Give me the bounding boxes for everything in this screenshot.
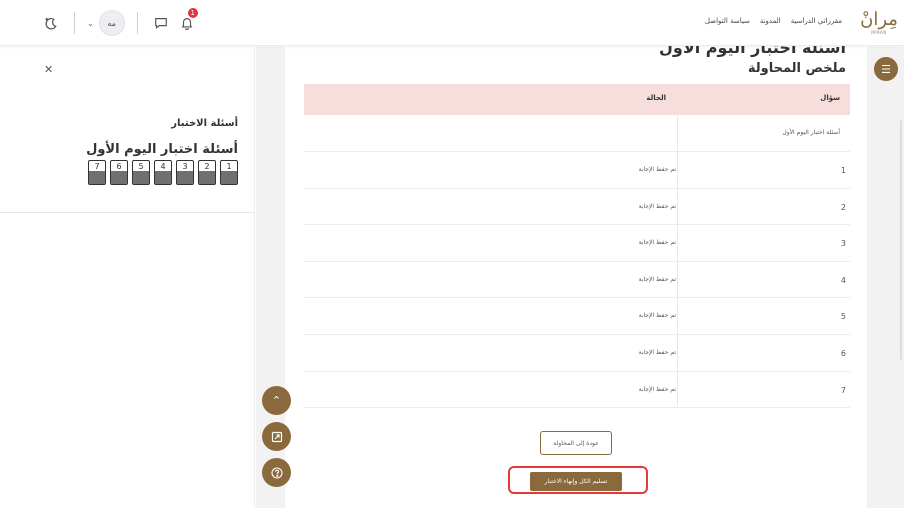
question-number[interactable]: 1 [841,166,846,175]
table-row: 4 تم حفظ الإجابة [304,262,850,299]
drawer-divider [0,212,255,213]
question-status: تم حفظ الإجابة [638,202,676,210]
logo-subtext: MIRAN [871,30,887,35]
question-status: تم حفظ الإجابة [638,385,676,393]
navbar-divider [74,12,75,34]
attempt-summary-table: سؤال الحالة أسئلة اختبار اليوم الأول 1 تم… [304,84,850,409]
nav-links: مقرراتي الدراسية المدونة سياسة التواصل [705,17,842,25]
question-number[interactable]: 3 [841,239,846,248]
top-navbar: مِرانْ MIRAN مقرراتي الدراسية المدونة سي… [0,0,904,46]
answered-indicator [155,171,171,184]
question-number[interactable]: 6 [841,349,846,358]
question-status: تم حفظ الإجابة [638,166,676,173]
answered-indicator [89,171,105,184]
table-section-row: أسئلة اختبار اليوم الأول [304,115,850,152]
table-row: 2 تم حفظ الإجابة [304,189,850,226]
user-menu[interactable]: ⌄ مه [87,10,125,36]
chevron-up-icon: ⌃ [271,394,282,407]
question-nav-button-4[interactable]: 4 [154,160,172,185]
nav-link-my-courses[interactable]: مقرراتي الدراسية [791,17,842,25]
question-nav-button-7[interactable]: 7 [88,160,106,185]
help-icon [270,466,283,479]
page-scrollbar[interactable] [900,120,902,360]
answered-indicator [221,171,237,184]
question-nav-button-2[interactable]: 2 [198,160,216,185]
drawer-title: أسئلة الاختبار [171,118,238,129]
notification-badge: 1 [187,8,198,18]
expand-icon [271,431,282,442]
theme-toggle-icon[interactable] [40,12,62,34]
course-index-toggle-icon[interactable]: ☰ [874,57,898,81]
nav-link-blog[interactable]: المدونة [760,17,781,25]
question-status: تم حفظ الإجابة [638,312,676,320]
question-status: تم حفظ الإجابة [638,239,676,247]
answered-indicator [111,171,127,184]
question-status: تم حفظ الإجابة [638,348,676,356]
question-number[interactable]: 4 [841,276,846,285]
section-label: أسئلة اختبار اليوم الأول [782,129,840,136]
submit-all-and-finish-button[interactable]: تسليم الكل وإنهاء الاختبار [530,472,622,491]
drawer-section-name: أسئلة اختبار اليوم الأول [86,142,238,157]
question-status: تم حفظ الإجابة [638,275,676,283]
question-number[interactable]: 2 [841,203,846,212]
logo-text: مِرانْ [860,9,898,30]
table-row: 5 تم حفظ الإجابة [304,298,850,335]
question-navigation: 1 2 3 4 5 6 7 [88,160,238,185]
summary-title: ملخص المحاولة [747,61,846,76]
site-logo[interactable]: مِرانْ MIRAN [860,6,898,40]
chevron-down-icon[interactable]: ⌄ [87,19,94,28]
question-number[interactable]: 7 [841,386,846,395]
navbar-actions: ⌄ مه 1 [40,8,198,36]
quiz-navigation-drawer: ✕ أسئلة الاختبار أسئلة اختبار اليوم الأو… [0,47,255,508]
avatar[interactable]: مه [98,10,125,36]
question-nav-button-5[interactable]: 5 [132,160,150,185]
column-header-question: سؤال [820,94,840,102]
question-nav-button-6[interactable]: 6 [110,160,128,185]
table-row: 3 تم حفظ الإجابة [304,225,850,262]
question-nav-button-1[interactable]: 1 [220,160,238,185]
navbar-divider [136,12,138,34]
question-number[interactable]: 5 [841,312,846,321]
chat-icon[interactable] [150,12,172,34]
table-row: 6 تم حفظ الإجابة [304,335,850,372]
table-row: 7 تم حفظ الإجابة [304,372,850,409]
bell-icon[interactable]: 1 [176,8,198,34]
nav-link-contact-policy[interactable]: سياسة التواصل [705,17,750,25]
column-header-status: الحالة [646,94,666,102]
return-to-attempt-button[interactable]: عودة إلى المحاولة [540,431,612,455]
close-icon[interactable]: ✕ [44,63,53,76]
scroll-to-top-button[interactable]: ⌃ [262,386,291,415]
question-nav-button-3[interactable]: 3 [176,160,194,185]
answered-indicator [177,171,193,184]
answered-indicator [199,171,215,184]
answered-indicator [133,171,149,184]
table-header: سؤال الحالة [304,84,850,115]
help-button[interactable] [262,458,291,487]
fullscreen-button[interactable] [262,422,291,451]
table-row: 1 تم حفظ الإجابة [304,152,850,189]
